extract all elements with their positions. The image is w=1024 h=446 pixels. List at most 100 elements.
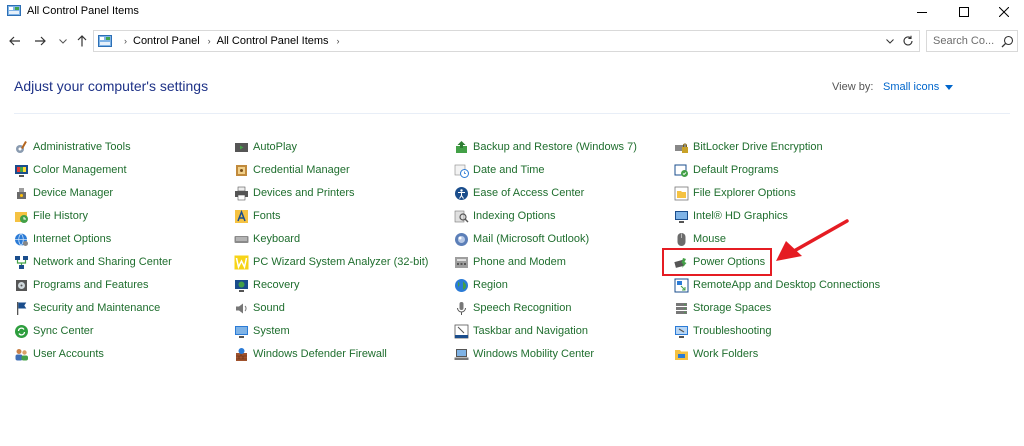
control-panel-icon — [98, 35, 112, 47]
maximize-button[interactable] — [944, 0, 984, 24]
item-remoteapp-and-desktop-connections[interactable]: RemoteApp and Desktop Connections — [674, 276, 880, 294]
up-arrow-icon — [77, 35, 87, 47]
item-taskbar-and-navigation[interactable]: Taskbar and Navigation — [454, 322, 588, 340]
item-programs-and-features[interactable]: Programs and Features — [14, 276, 149, 294]
item-sync-center[interactable]: Sync Center — [14, 322, 94, 340]
item-color-management[interactable]: Color Management — [14, 161, 127, 179]
item-date-and-time[interactable]: Date and Time — [454, 161, 545, 179]
sync-icon — [14, 324, 29, 339]
administrative-tools-icon — [14, 140, 29, 155]
page-title: Adjust your computer's settings — [14, 78, 209, 94]
close-button[interactable] — [984, 0, 1024, 24]
item-credential-manager[interactable]: Credential Manager — [234, 161, 350, 179]
maximize-icon — [959, 7, 969, 17]
item-intel-hd-graphics[interactable]: Intel® HD Graphics — [674, 207, 788, 225]
phone-modem-icon — [454, 255, 469, 270]
taskbar-icon — [454, 324, 469, 339]
item-devices-and-printers[interactable]: Devices and Printers — [234, 184, 355, 202]
mobility-center-icon — [454, 347, 469, 362]
item-recovery[interactable]: Recovery — [234, 276, 299, 294]
recent-chevron-icon — [59, 38, 67, 44]
item-network-and-sharing-center[interactable]: Network and Sharing Center — [14, 253, 172, 271]
item-backup-and-restore[interactable]: Backup and Restore (Windows 7) — [454, 138, 637, 156]
breadcrumb-separator-icon: › — [124, 36, 127, 46]
printer-icon — [234, 186, 249, 201]
minimize-icon — [917, 12, 927, 13]
navigation-bar: › Control Panel › All Control Panel Item… — [0, 28, 1024, 54]
item-default-programs[interactable]: Default Programs — [674, 161, 779, 179]
power-options-highlight-box — [662, 248, 772, 276]
clock-icon — [454, 163, 469, 178]
item-autoplay[interactable]: AutoPlay — [234, 138, 297, 156]
recent-locations-button[interactable] — [56, 31, 70, 51]
item-ease-of-access-center[interactable]: Ease of Access Center — [454, 184, 584, 202]
item-windows-mobility-center[interactable]: Windows Mobility Center — [454, 345, 594, 363]
intel-graphics-icon — [674, 209, 689, 224]
refresh-icon — [903, 35, 913, 46]
item-speech-recognition[interactable]: Speech Recognition — [454, 299, 571, 317]
breadcrumb-control-panel[interactable]: Control Panel — [133, 35, 200, 47]
view-by-value: Small icons — [883, 81, 940, 93]
fonts-icon — [234, 209, 249, 224]
up-button[interactable] — [72, 31, 92, 51]
file-history-icon — [14, 209, 29, 224]
back-button[interactable] — [5, 31, 25, 51]
search-box[interactable] — [926, 30, 1018, 52]
annotation-arrow-icon — [776, 219, 849, 261]
keyboard-icon — [234, 232, 249, 247]
item-region[interactable]: Region — [454, 276, 508, 294]
backup-icon — [454, 140, 469, 155]
item-sound[interactable]: Sound — [234, 299, 285, 317]
forward-arrow-icon — [35, 36, 46, 46]
item-internet-options[interactable]: Internet Options — [14, 230, 111, 248]
minimize-button[interactable] — [902, 0, 942, 24]
item-bitlocker-drive-encryption[interactable]: BitLocker Drive Encryption — [674, 138, 823, 156]
item-keyboard[interactable]: Keyboard — [234, 230, 300, 248]
firewall-icon — [234, 347, 249, 362]
breadcrumb-separator-icon: › — [336, 36, 340, 46]
item-fonts[interactable]: Fonts — [234, 207, 281, 225]
search-icon[interactable] — [1001, 35, 1014, 48]
window-title: All Control Panel Items — [27, 5, 139, 17]
recovery-icon — [234, 278, 249, 293]
ease-of-access-icon — [454, 186, 469, 201]
item-troubleshooting[interactable]: Troubleshooting — [674, 322, 771, 340]
users-icon — [14, 347, 29, 362]
item-user-accounts[interactable]: User Accounts — [14, 345, 104, 363]
item-device-manager[interactable]: Device Manager — [14, 184, 113, 202]
remoteapp-icon — [674, 278, 689, 293]
address-dropdown-button[interactable] — [883, 31, 897, 51]
color-management-icon — [14, 163, 29, 178]
item-windows-defender-firewall[interactable]: Windows Defender Firewall — [234, 345, 387, 363]
item-file-history[interactable]: File History — [14, 207, 88, 225]
item-system[interactable]: System — [234, 322, 290, 340]
close-icon — [999, 7, 1009, 17]
breadcrumb-all-items[interactable]: All Control Panel Items — [217, 35, 329, 47]
view-by-dropdown[interactable]: Small icons — [883, 81, 954, 93]
title-bar: All Control Panel Items — [0, 0, 1024, 24]
address-bar[interactable]: › Control Panel › All Control Panel Item… — [93, 30, 920, 52]
item-mouse[interactable]: Mouse — [674, 230, 726, 248]
refresh-button[interactable] — [898, 31, 918, 51]
flag-icon — [14, 301, 29, 316]
item-administrative-tools[interactable]: Administrative Tools — [14, 138, 131, 156]
credential-manager-icon — [234, 163, 249, 178]
caret-down-icon — [945, 84, 954, 90]
search-input[interactable] — [933, 35, 995, 47]
microphone-icon — [454, 301, 469, 316]
item-pc-wizard[interactable]: PC Wizard System Analyzer (32-bit) — [234, 253, 428, 271]
item-storage-spaces[interactable]: Storage Spaces — [674, 299, 771, 317]
breadcrumb-separator-icon: › — [207, 36, 211, 46]
control-panel-items: Administrative Tools Color Management De… — [14, 138, 1004, 378]
item-file-explorer-options[interactable]: File Explorer Options — [674, 184, 796, 202]
item-indexing-options[interactable]: Indexing Options — [454, 207, 556, 225]
forward-button[interactable] — [30, 31, 50, 51]
item-phone-and-modem[interactable]: Phone and Modem — [454, 253, 566, 271]
item-mail-microsoft-outlook[interactable]: Mail (Microsoft Outlook) — [454, 230, 589, 248]
speaker-icon — [234, 301, 249, 316]
storage-spaces-icon — [674, 301, 689, 316]
item-work-folders[interactable]: Work Folders — [674, 345, 758, 363]
internet-options-icon — [14, 232, 29, 247]
header-divider — [14, 113, 1010, 114]
item-security-and-maintenance[interactable]: Security and Maintenance — [14, 299, 160, 317]
